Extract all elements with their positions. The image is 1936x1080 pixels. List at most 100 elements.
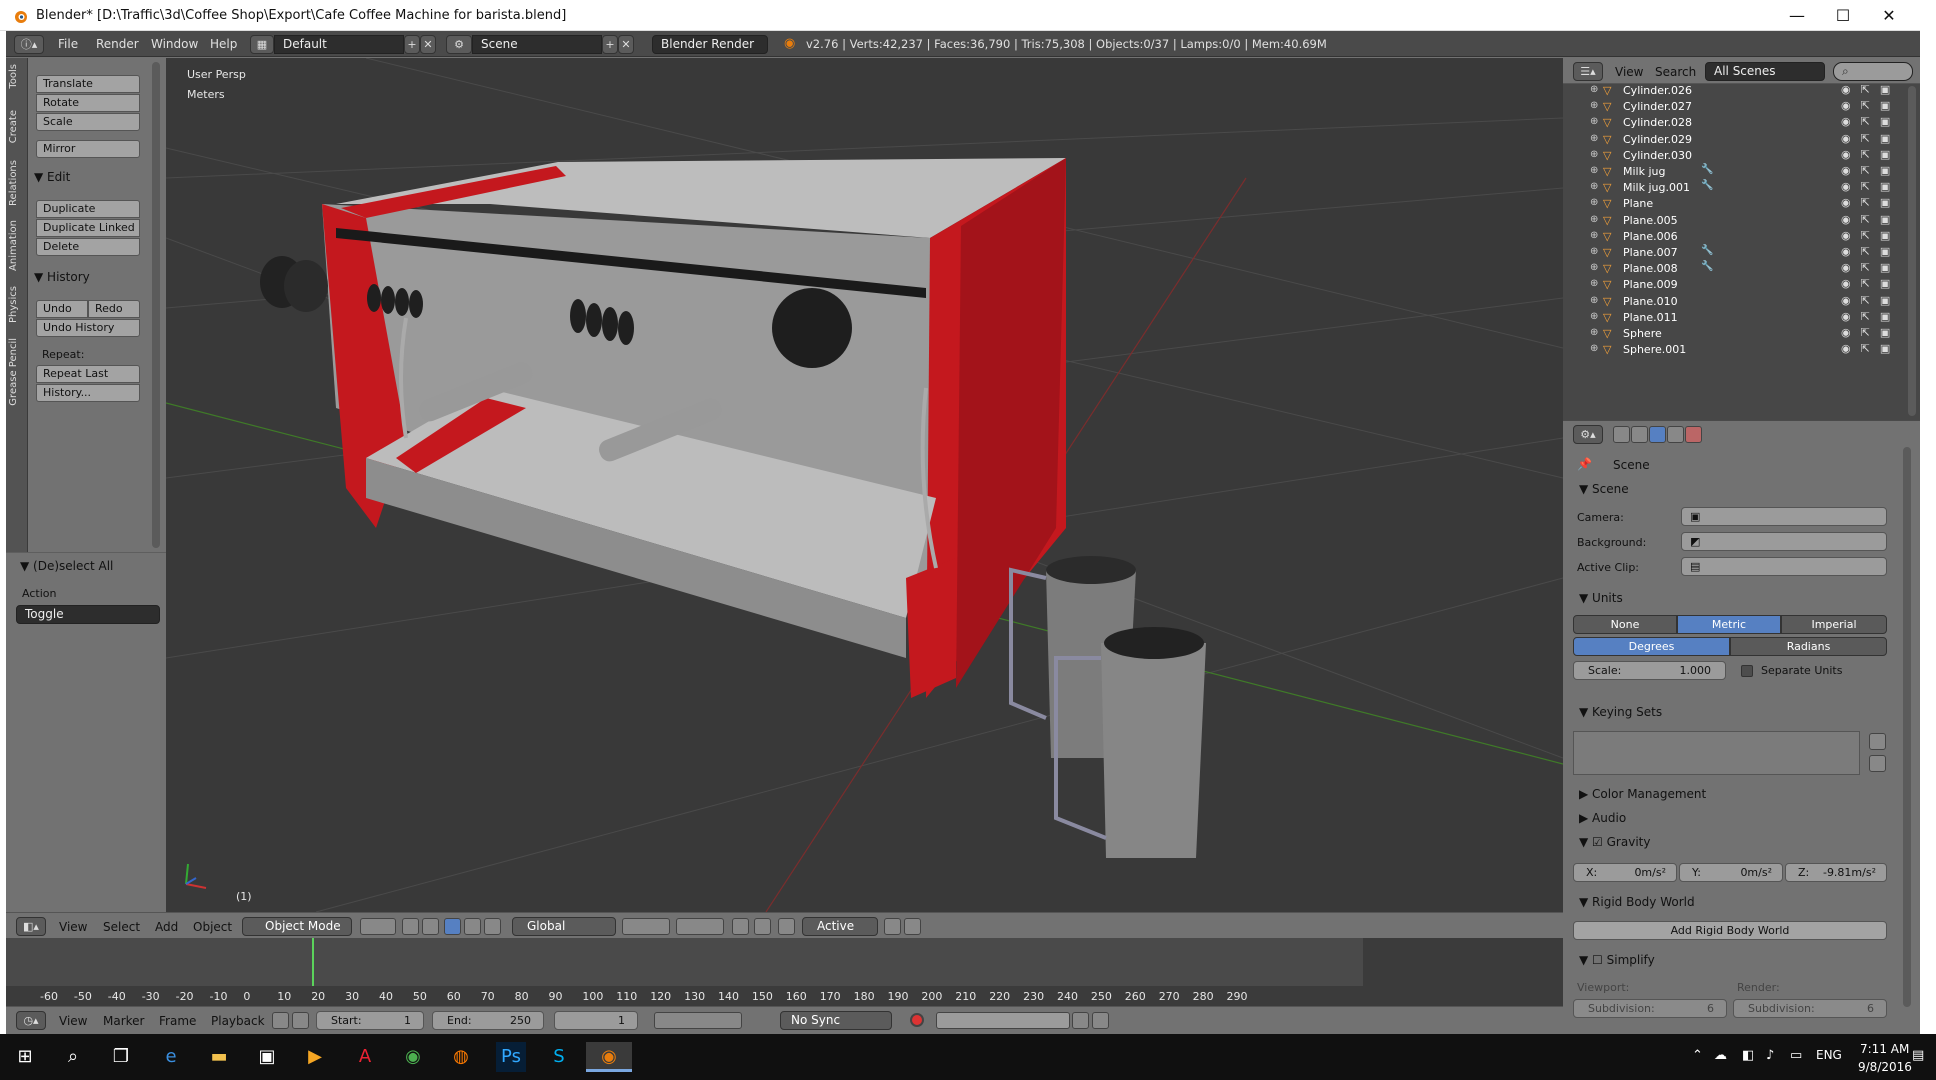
scale-field[interactable]: Scale: 1.000 bbox=[1573, 661, 1726, 680]
file-explorer-icon[interactable]: ▬ bbox=[204, 1042, 234, 1072]
insert-key-icon[interactable] bbox=[1072, 1012, 1089, 1029]
outliner-row-name[interactable]: Plane.006 bbox=[1623, 230, 1678, 243]
properties-editor-type-icon[interactable]: ⚙▴ bbox=[1573, 425, 1603, 444]
gravity-header[interactable]: ▼ ☑ Gravity bbox=[1579, 835, 1650, 849]
outliner-row-name[interactable]: Cylinder.027 bbox=[1623, 100, 1692, 113]
layers-grid-2[interactable] bbox=[676, 918, 724, 935]
keying-add-icon[interactable] bbox=[1869, 733, 1886, 750]
task-view-icon[interactable]: ❐ bbox=[106, 1042, 136, 1072]
layout-select[interactable]: Default bbox=[274, 35, 404, 54]
expand-icon[interactable]: ⊕ bbox=[1590, 149, 1598, 160]
translate-button[interactable]: Translate bbox=[36, 75, 140, 93]
shading-select[interactable] bbox=[360, 918, 396, 935]
tray-time[interactable]: 7:11 AM bbox=[1860, 1042, 1909, 1056]
edit-panel-header[interactable]: ▼ Edit bbox=[34, 170, 70, 184]
maximize-button[interactable]: ☐ bbox=[1820, 0, 1866, 31]
duplicate-linked-button[interactable]: Duplicate Linked bbox=[36, 219, 140, 237]
outliner-row-name[interactable]: Sphere.001 bbox=[1623, 343, 1686, 356]
vp-menu-view[interactable]: View bbox=[59, 920, 87, 934]
outliner-row-name[interactable]: Sphere bbox=[1623, 327, 1662, 340]
object-tab-icon[interactable] bbox=[1685, 426, 1702, 443]
media-icon[interactable]: ▶ bbox=[300, 1042, 330, 1072]
outliner-row-name[interactable]: Cylinder.028 bbox=[1623, 116, 1692, 129]
expand-icon[interactable]: ⊕ bbox=[1590, 295, 1598, 306]
visibility-icons[interactable]: ◉⇱▣ bbox=[1841, 310, 1900, 323]
chrome-icon[interactable]: ◉ bbox=[398, 1042, 428, 1072]
outliner-row-name[interactable]: Plane.009 bbox=[1623, 278, 1678, 291]
viewport-subdivision-field[interactable]: Subdivision: 6 bbox=[1573, 999, 1727, 1018]
lock-frame-icon[interactable] bbox=[292, 1012, 309, 1029]
acrobat-icon[interactable]: A bbox=[350, 1042, 380, 1072]
sync-select[interactable]: No Sync bbox=[780, 1011, 892, 1030]
outliner-menu-search[interactable]: Search bbox=[1655, 65, 1696, 79]
rotation-radians[interactable]: Radians bbox=[1730, 637, 1887, 656]
store-icon[interactable]: ▣ bbox=[252, 1042, 282, 1072]
start-frame-field[interactable]: Start: 1 bbox=[316, 1011, 424, 1030]
outliner-scrollbar[interactable] bbox=[1908, 86, 1916, 416]
outliner-row-name[interactable]: Cylinder.029 bbox=[1623, 133, 1692, 146]
rotate-manip-icon[interactable] bbox=[464, 918, 481, 935]
editor-type-icon[interactable]: ⓘ▴ bbox=[14, 35, 44, 54]
preview-range-icon[interactable] bbox=[272, 1012, 289, 1029]
outliner-row-name[interactable]: Plane bbox=[1623, 197, 1653, 210]
visibility-icons[interactable]: ◉⇱▣ bbox=[1841, 245, 1900, 258]
translate-manip-icon[interactable] bbox=[444, 918, 461, 935]
delete-button[interactable]: Delete bbox=[36, 238, 140, 256]
expand-icon[interactable]: ⊕ bbox=[1590, 230, 1598, 241]
end-frame-field[interactable]: End: 250 bbox=[432, 1011, 544, 1030]
keying-sets-header[interactable]: ▼ Keying Sets bbox=[1579, 705, 1662, 719]
keying-remove-icon[interactable] bbox=[1869, 755, 1886, 772]
render-icon[interactable] bbox=[884, 918, 901, 935]
unit-imperial[interactable]: Imperial bbox=[1781, 615, 1887, 634]
outliner-filter-select[interactable]: All Scenes bbox=[1705, 62, 1825, 81]
expand-icon[interactable]: ⊕ bbox=[1590, 311, 1598, 322]
tray-wifi-icon[interactable]: ◧ bbox=[1742, 1048, 1754, 1063]
layout-grid-icon[interactable]: ▦ bbox=[250, 35, 274, 54]
scale-button[interactable]: Scale bbox=[36, 113, 140, 131]
tool-shelf-scrollbar[interactable] bbox=[152, 62, 160, 548]
expand-icon[interactable]: ⊕ bbox=[1590, 246, 1598, 257]
history-panel-header[interactable]: ▼ History bbox=[34, 270, 90, 284]
edge-icon[interactable]: e bbox=[156, 1042, 186, 1072]
scene-select[interactable]: Scene bbox=[472, 35, 602, 54]
menu-help[interactable]: Help bbox=[210, 37, 237, 51]
properties-scrollbar[interactable] bbox=[1903, 447, 1911, 1007]
outliner-row-name[interactable]: Milk jug bbox=[1623, 165, 1665, 178]
mode-select[interactable]: Object Mode bbox=[242, 917, 352, 936]
unit-none[interactable]: None bbox=[1573, 615, 1677, 634]
tl-menu-frame[interactable]: Frame bbox=[159, 1014, 196, 1028]
background-field[interactable]: ◩ bbox=[1681, 532, 1887, 551]
outliner-row-name[interactable]: Plane.007 bbox=[1623, 246, 1678, 259]
undo-button[interactable]: Undo bbox=[36, 300, 88, 318]
visibility-icons[interactable]: ◉⇱▣ bbox=[1841, 115, 1900, 128]
mirror-button[interactable]: Mirror bbox=[36, 140, 140, 158]
active-clip-field[interactable]: ▤ bbox=[1681, 557, 1887, 576]
visibility-icons[interactable]: ◉⇱▣ bbox=[1841, 261, 1900, 274]
keying-set-field[interactable] bbox=[936, 1012, 1070, 1029]
tab-create[interactable]: Create bbox=[8, 110, 19, 143]
layers-grid-1[interactable] bbox=[622, 918, 670, 935]
expand-icon[interactable]: ⊕ bbox=[1590, 214, 1598, 225]
vp-menu-select[interactable]: Select bbox=[103, 920, 140, 934]
outliner-row-name[interactable]: Plane.011 bbox=[1623, 311, 1678, 324]
repeat-last-button[interactable]: Repeat Last bbox=[36, 365, 140, 383]
playback-controls[interactable] bbox=[654, 1012, 742, 1029]
photoshop-icon[interactable]: Ps bbox=[496, 1042, 526, 1072]
render-anim-icon[interactable] bbox=[904, 918, 921, 935]
menu-file[interactable]: File bbox=[58, 37, 78, 51]
expand-icon[interactable]: ⊕ bbox=[1590, 100, 1598, 111]
tab-physics[interactable]: Physics bbox=[8, 286, 19, 323]
tab-relations[interactable]: Relations bbox=[8, 160, 19, 206]
scene-tab-icon[interactable] bbox=[1649, 426, 1666, 443]
search-icon[interactable]: ⌕ bbox=[58, 1042, 88, 1072]
tl-menu-view[interactable]: View bbox=[59, 1014, 87, 1028]
keying-sets-list[interactable] bbox=[1573, 731, 1860, 775]
current-frame-field[interactable]: 1 bbox=[554, 1011, 638, 1030]
outliner-row-name[interactable]: Plane.010 bbox=[1623, 295, 1678, 308]
start-icon[interactable]: ⊞ bbox=[10, 1042, 40, 1072]
action-center-icon[interactable]: ▤ bbox=[1912, 1048, 1924, 1063]
tray-volume-icon[interactable]: ♪ bbox=[1766, 1048, 1774, 1063]
timeline[interactable]: -60 -50 -40 -30 -20 -10 0 10 20 30 40 50 60 70 80 90 100… bbox=[6, 938, 1563, 1006]
outliner-row-name[interactable]: Plane.005 bbox=[1623, 214, 1678, 227]
visibility-icons[interactable]: ◉⇱▣ bbox=[1841, 277, 1900, 290]
